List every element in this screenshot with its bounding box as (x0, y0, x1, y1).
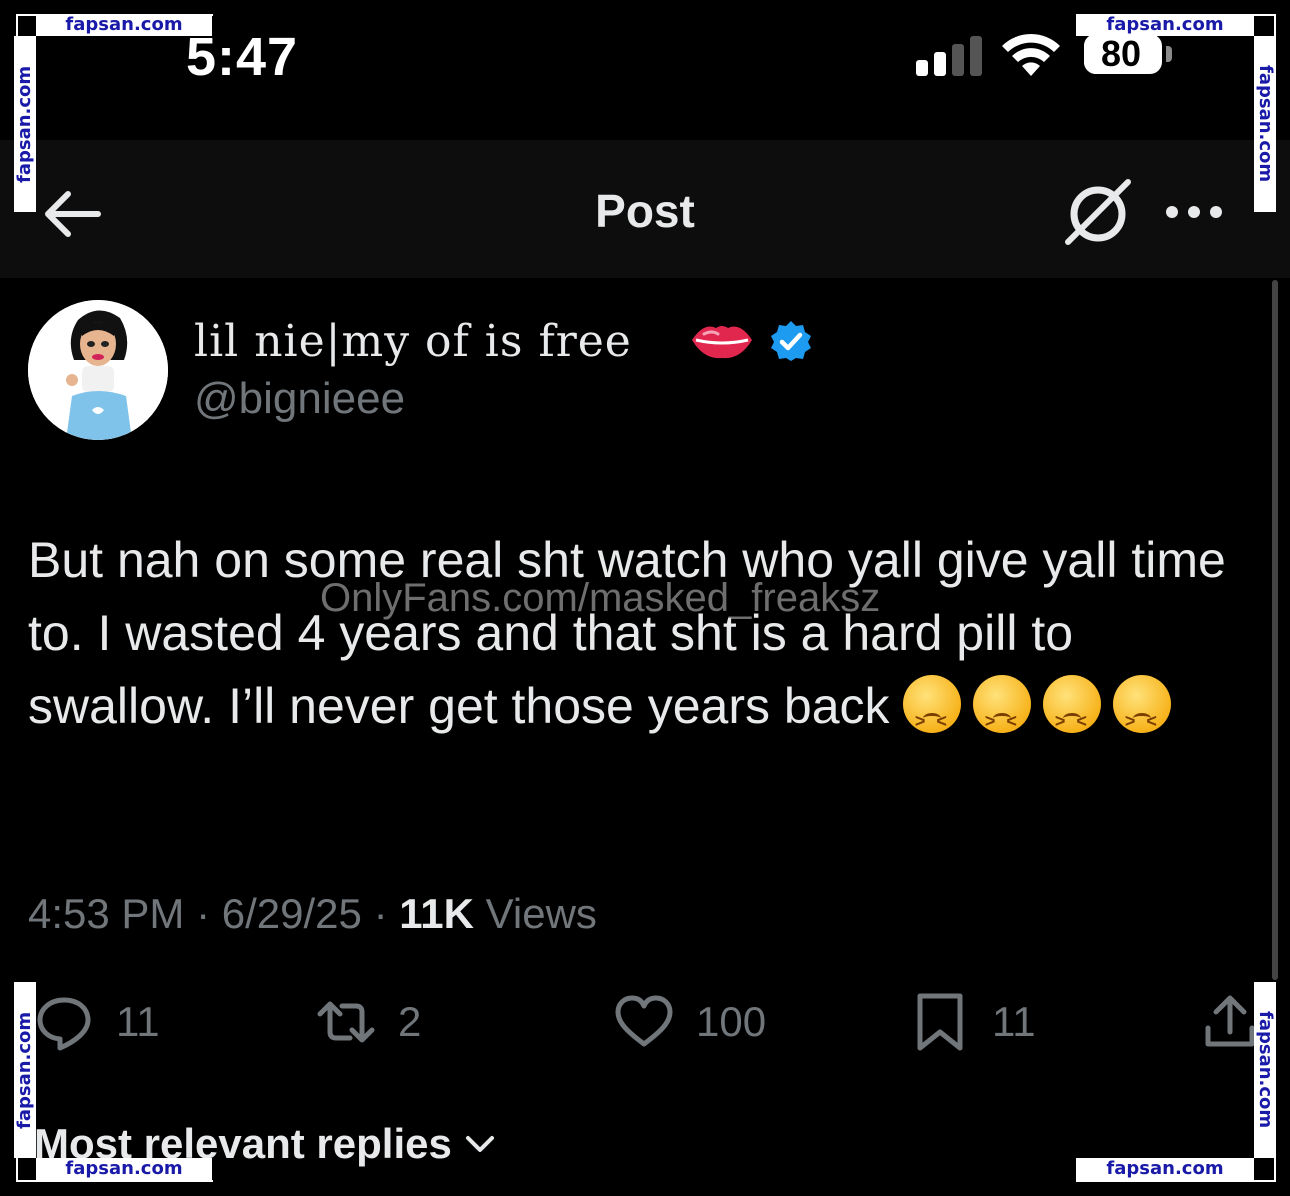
persevering-face-emoji (1113, 675, 1172, 758)
watermark-label: fapsan.com (1076, 14, 1254, 36)
verified-badge-icon[interactable] (770, 320, 812, 362)
tweet-meta: 4:53 PM · 6/29/25 · 11K Views (28, 890, 597, 938)
repost-icon (317, 1001, 375, 1043)
watermark-label: fapsan.com (14, 982, 36, 1158)
persevering-face-emoji (1043, 675, 1102, 758)
cellular-signal-icon (916, 36, 982, 76)
watermark-corner-bottom-right (1076, 982, 1276, 1182)
chevron-down-icon (465, 1136, 494, 1152)
tweet-text: But nah on some real sht watch who yall … (28, 524, 1264, 758)
avatar-cartoon-image (28, 300, 168, 440)
scrollbar[interactable] (1272, 280, 1278, 980)
persevering-face-emoji (903, 675, 962, 758)
like-count: 100 (696, 998, 767, 1045)
repost-count: 2 (398, 998, 422, 1045)
watermark-label: fapsan.com (36, 1158, 212, 1180)
onlyfans-watermark-text: OnlyFans.com/masked_freaksz (320, 576, 881, 620)
meta-separator: · (373, 890, 388, 937)
watermark-label: fapsan.com (14, 36, 36, 212)
views-label: Views (485, 890, 597, 937)
bookmark-button[interactable]: 11 (910, 990, 1036, 1054)
tweet-date: 6/29/25 (221, 890, 362, 937)
avatar[interactable] (28, 300, 168, 440)
meta-separator: · (196, 890, 211, 937)
wifi-icon (1002, 33, 1060, 76)
author-display-name[interactable]: lil nie|my of is free (194, 316, 632, 367)
watermark-corner-top-left (16, 14, 213, 212)
watermark-corner-bottom-left (16, 982, 213, 1182)
lips-icon (692, 326, 752, 359)
watermark-corner-top-right (1076, 14, 1276, 212)
watermark-label: fapsan.com (1254, 982, 1276, 1158)
watermark-label: fapsan.com (1076, 1158, 1254, 1180)
bookmark-count: 11 (992, 998, 1036, 1045)
author-handle[interactable]: @bignieee (194, 374, 405, 424)
tweet-time: 4:53 PM (28, 890, 185, 937)
watermark-label: fapsan.com (1254, 36, 1276, 212)
bookmark-icon (917, 993, 963, 1051)
views-count: 11K (399, 890, 474, 937)
persevering-face-emoji (973, 675, 1032, 758)
like-button[interactable]: 100 (614, 990, 766, 1054)
repost-button[interactable]: 2 (316, 990, 421, 1054)
watermark-label: fapsan.com (36, 14, 212, 36)
heart-icon (615, 995, 673, 1047)
